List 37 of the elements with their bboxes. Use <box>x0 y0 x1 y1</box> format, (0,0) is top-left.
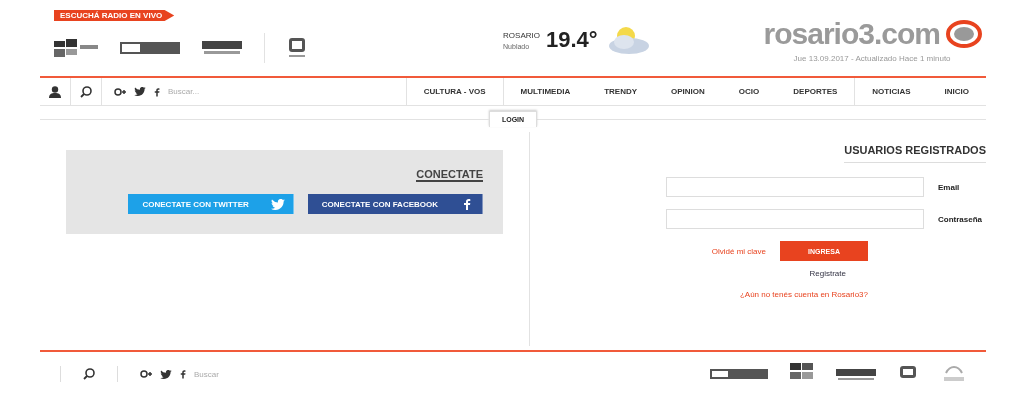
bird-icon <box>270 198 285 210</box>
panel-title: CONECTATE <box>416 168 483 182</box>
facebook-icon <box>463 198 471 210</box>
twitter-icon[interactable] <box>160 369 172 379</box>
twitter-icon[interactable] <box>134 87 146 96</box>
nav-link[interactable]: OCIO <box>721 78 777 105</box>
nav-link[interactable]: MULTIMEDIA <box>503 78 588 105</box>
logo-icon[interactable] <box>836 367 876 381</box>
facebook-icon[interactable] <box>180 369 186 379</box>
search-icon[interactable] <box>83 368 95 380</box>
input-field[interactable] <box>666 177 924 197</box>
facebook-icon[interactable] <box>154 86 160 97</box>
facebook-button[interactable]: CONECTATE CON FACEBOOK <box>307 194 483 214</box>
logo-icon[interactable] <box>120 42 180 54</box>
forgot-password-link[interactable]: Olvidé mi clave <box>711 246 766 256</box>
nav-link[interactable]: TRENDY <box>587 78 655 105</box>
nav-link[interactable]: DEPORTES <box>776 78 855 105</box>
logo-icon <box>946 20 982 48</box>
logo-icon[interactable] <box>202 39 242 57</box>
temperature-text: 19.4° <box>545 27 598 53</box>
logo-icon[interactable] <box>710 369 768 379</box>
field-label: Contraseña <box>938 214 983 224</box>
city-text: ROSARIO <box>503 30 540 40</box>
google-plus-icon[interactable] <box>140 369 152 379</box>
date-text: Jue 13.09.2017 - Actualizado Hace 1 minuto <box>792 54 952 63</box>
field-label: Email <box>938 182 961 192</box>
register-link[interactable]: Registrate <box>530 261 846 278</box>
input-field[interactable] <box>666 209 924 229</box>
nav-link[interactable]: INICIO <box>927 78 986 105</box>
signup-link[interactable]: ¿Aún no tenés cuenta en Rosario3? <box>530 278 868 299</box>
nav-link[interactable]: OPINION <box>654 78 722 105</box>
section-title: USUARIOS REGISTRADOS <box>844 144 986 163</box>
live-badge[interactable]: ESCUCHÁ RADIO EN VIVO <box>54 10 175 21</box>
logo-icon[interactable] <box>54 39 98 57</box>
google-plus-icon[interactable] <box>114 86 126 97</box>
nav-link[interactable]: CULTURA - VOS <box>406 78 503 105</box>
nav-link[interactable]: NOTICIAS <box>855 78 928 105</box>
